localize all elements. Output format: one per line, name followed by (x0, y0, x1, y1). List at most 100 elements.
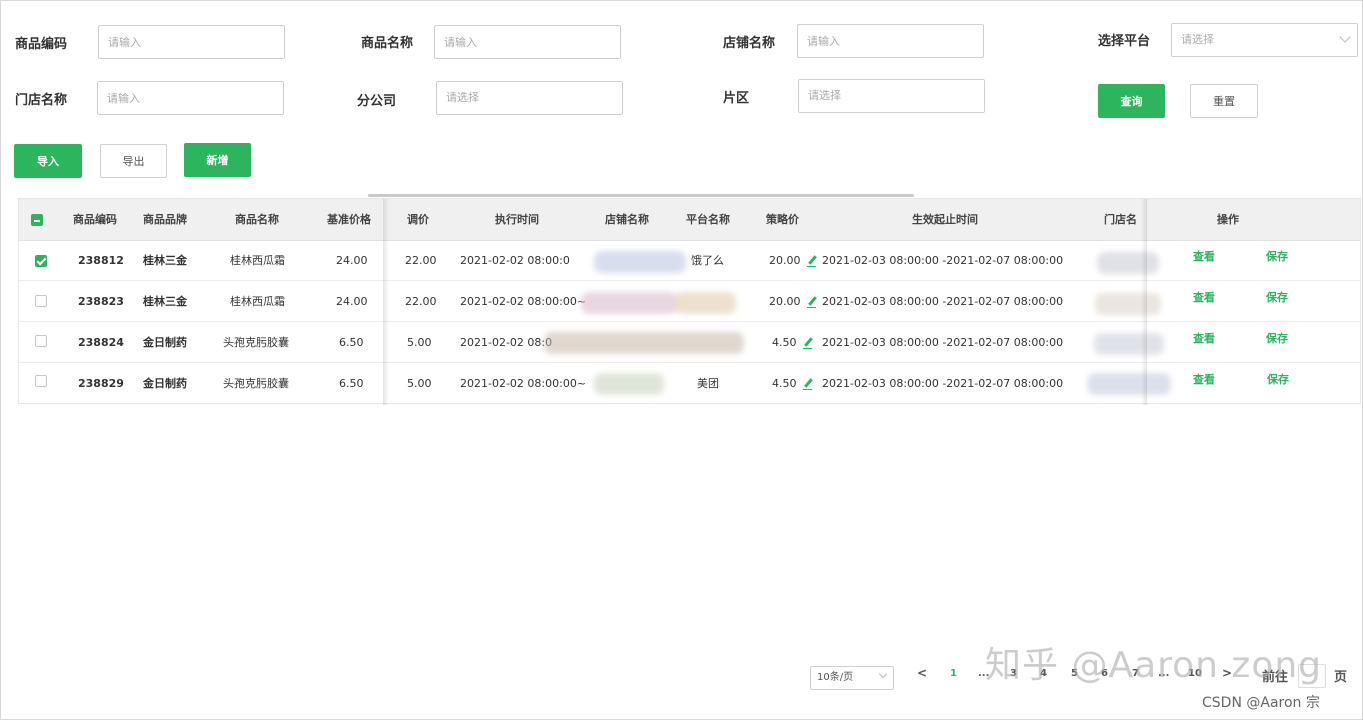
cell-name: 头孢克肟胶囊 (223, 377, 289, 390)
page-1[interactable]: 1 (950, 668, 957, 679)
shop-name-input[interactable] (797, 24, 984, 58)
header-platform: 平台名称 (686, 213, 730, 226)
cell-platform: 美团 (697, 377, 719, 390)
page-size-value: 10条/页 (817, 672, 854, 683)
header-brand: 商品品牌 (143, 213, 187, 226)
shop-name-label: 店铺名称 (723, 36, 776, 51)
add-button[interactable]: 新增 (184, 143, 251, 177)
save-link[interactable]: 保存 (1267, 360, 1289, 400)
header-shop: 店铺名称 (605, 213, 649, 226)
cell-exec-time: 2021-02-02 08:00:00~ (460, 377, 587, 390)
branch-label: 分公司 (357, 94, 397, 109)
row-checkbox[interactable] (35, 255, 47, 267)
platform-label: 选择平台 (1098, 34, 1151, 49)
edit-pencil-icon[interactable] (806, 255, 818, 267)
select-all-checkbox[interactable] (31, 214, 43, 226)
store-name-blur (1097, 252, 1159, 274)
cell-base-price: 6.50 (339, 377, 364, 390)
edit-pencil-icon[interactable] (806, 296, 818, 308)
shop-name-blur (581, 292, 677, 314)
cell-strategy: 4.50 (772, 323, 814, 363)
cell-adjust: 22.00 (405, 254, 437, 267)
cell-valid-period: 2021-02-03 08:00:00 -2021-02-07 08:00:00 (822, 295, 1064, 308)
branch-select[interactable]: 请选择 (436, 81, 623, 115)
header-base-price: 基准价格 (327, 213, 371, 226)
cell-base-price: 24.00 (336, 254, 368, 267)
export-button[interactable]: 导出 (100, 144, 167, 178)
strategy-value: 4.50 (772, 336, 797, 349)
save-link[interactable]: 保存 (1266, 237, 1288, 277)
chevron-down-icon (878, 669, 888, 679)
product-name-input[interactable] (434, 25, 621, 59)
cell-brand: 金日制药 (143, 336, 187, 349)
cell-valid-period: 2021-02-03 08:00:00 -2021-02-07 08:00:00 (822, 254, 1064, 267)
import-button[interactable]: 导入 (14, 144, 82, 178)
header-exec-time: 执行时间 (495, 213, 539, 226)
cell-exec-time: 2021-02-02 08:00:00~ (460, 295, 587, 308)
prev-page-button[interactable]: < (917, 666, 927, 680)
strategy-value: 20.00 (769, 254, 801, 267)
save-link[interactable]: 保存 (1266, 319, 1288, 359)
price-table: 商品编码 商品品牌 商品名称 基准价格 调价 执行时间 店铺名称 平台名称 策略… (18, 198, 1361, 405)
row-checkbox[interactable] (35, 375, 47, 387)
cell-platform: 饿了么 (691, 254, 724, 267)
view-link[interactable]: 查看 (1193, 319, 1215, 359)
cell-exec-time: 2021-02-02 08:00:0 (460, 254, 570, 267)
shop-name-blur (594, 251, 686, 273)
table-header: 商品编码 商品品牌 商品名称 基准价格 调价 执行时间 店铺名称 平台名称 策略… (19, 199, 1360, 241)
save-link[interactable]: 保存 (1266, 278, 1288, 318)
cell-brand: 桂林三金 (143, 254, 187, 267)
store-name-blur (1095, 293, 1161, 315)
cell-brand: 金日制药 (143, 377, 187, 390)
row-checkbox[interactable] (35, 335, 47, 347)
cell-adjust: 5.00 (407, 336, 432, 349)
header-store: 门店名 (1104, 213, 1137, 226)
store-name-blur (1087, 373, 1171, 395)
area-label: 片区 (723, 91, 750, 106)
area-select[interactable]: 请选择 (798, 79, 985, 113)
view-link[interactable]: 查看 (1193, 237, 1215, 277)
product-code-input[interactable] (98, 25, 285, 59)
page-size-select[interactable]: 10条/页 (810, 666, 894, 690)
fixed-column-shadow-right (1141, 199, 1147, 405)
platform-select[interactable]: 请选择 (1171, 23, 1358, 57)
cell-adjust: 22.00 (405, 295, 437, 308)
shop-name-blur (594, 373, 664, 395)
reset-button[interactable]: 重置 (1190, 84, 1258, 118)
header-adjust: 调价 (407, 213, 429, 226)
cell-code: 238824 (78, 336, 124, 349)
table-scrollbar-top[interactable] (368, 194, 914, 197)
view-link[interactable]: 查看 (1193, 278, 1215, 318)
cell-valid-period: 2021-02-03 08:00:00 -2021-02-07 08:00:00 (822, 377, 1064, 390)
chevron-down-icon (1339, 31, 1351, 43)
header-name: 商品名称 (235, 213, 279, 226)
cell-name: 桂林西瓜霜 (230, 295, 285, 308)
edit-pencil-icon[interactable] (802, 378, 814, 390)
query-button[interactable]: 查询 (1098, 84, 1165, 118)
strategy-value: 20.00 (769, 295, 801, 308)
cell-strategy: 4.50 (772, 364, 814, 404)
table-row: 238823 桂林三金 桂林西瓜霜 24.00 22.00 2021-02-02… (19, 282, 1360, 322)
cell-base-price: 24.00 (336, 295, 368, 308)
cell-valid-period: 2021-02-03 08:00:00 -2021-02-07 08:00:00 (822, 336, 1064, 349)
header-code: 商品编码 (73, 213, 117, 226)
cell-code: 238829 (78, 377, 124, 390)
view-link[interactable]: 查看 (1193, 360, 1215, 400)
zhihu-watermark: 知乎 @Aaron zong (985, 645, 1323, 686)
table-row: 238824 金日制药 头孢克肟胶囊 6.50 5.00 2021-02-02 … (19, 323, 1360, 363)
edit-pencil-icon[interactable] (802, 337, 814, 349)
cell-code: 238812 (78, 254, 124, 267)
header-strategy: 策略价 (766, 213, 799, 226)
store-name-input[interactable] (97, 81, 284, 115)
row-checkbox[interactable] (35, 295, 47, 307)
page-suffix-label: 页 (1334, 670, 1348, 685)
cell-strategy: 20.00 (769, 241, 818, 281)
cell-name: 头孢克肟胶囊 (223, 336, 289, 349)
header-valid-period: 生效起止时间 (912, 213, 978, 226)
cell-adjust: 5.00 (407, 377, 432, 390)
cell-code: 238823 (78, 295, 124, 308)
strategy-value: 4.50 (772, 377, 797, 390)
platform-blur (674, 292, 736, 314)
store-name-blur (1094, 333, 1164, 355)
product-name-label: 商品名称 (361, 36, 414, 51)
